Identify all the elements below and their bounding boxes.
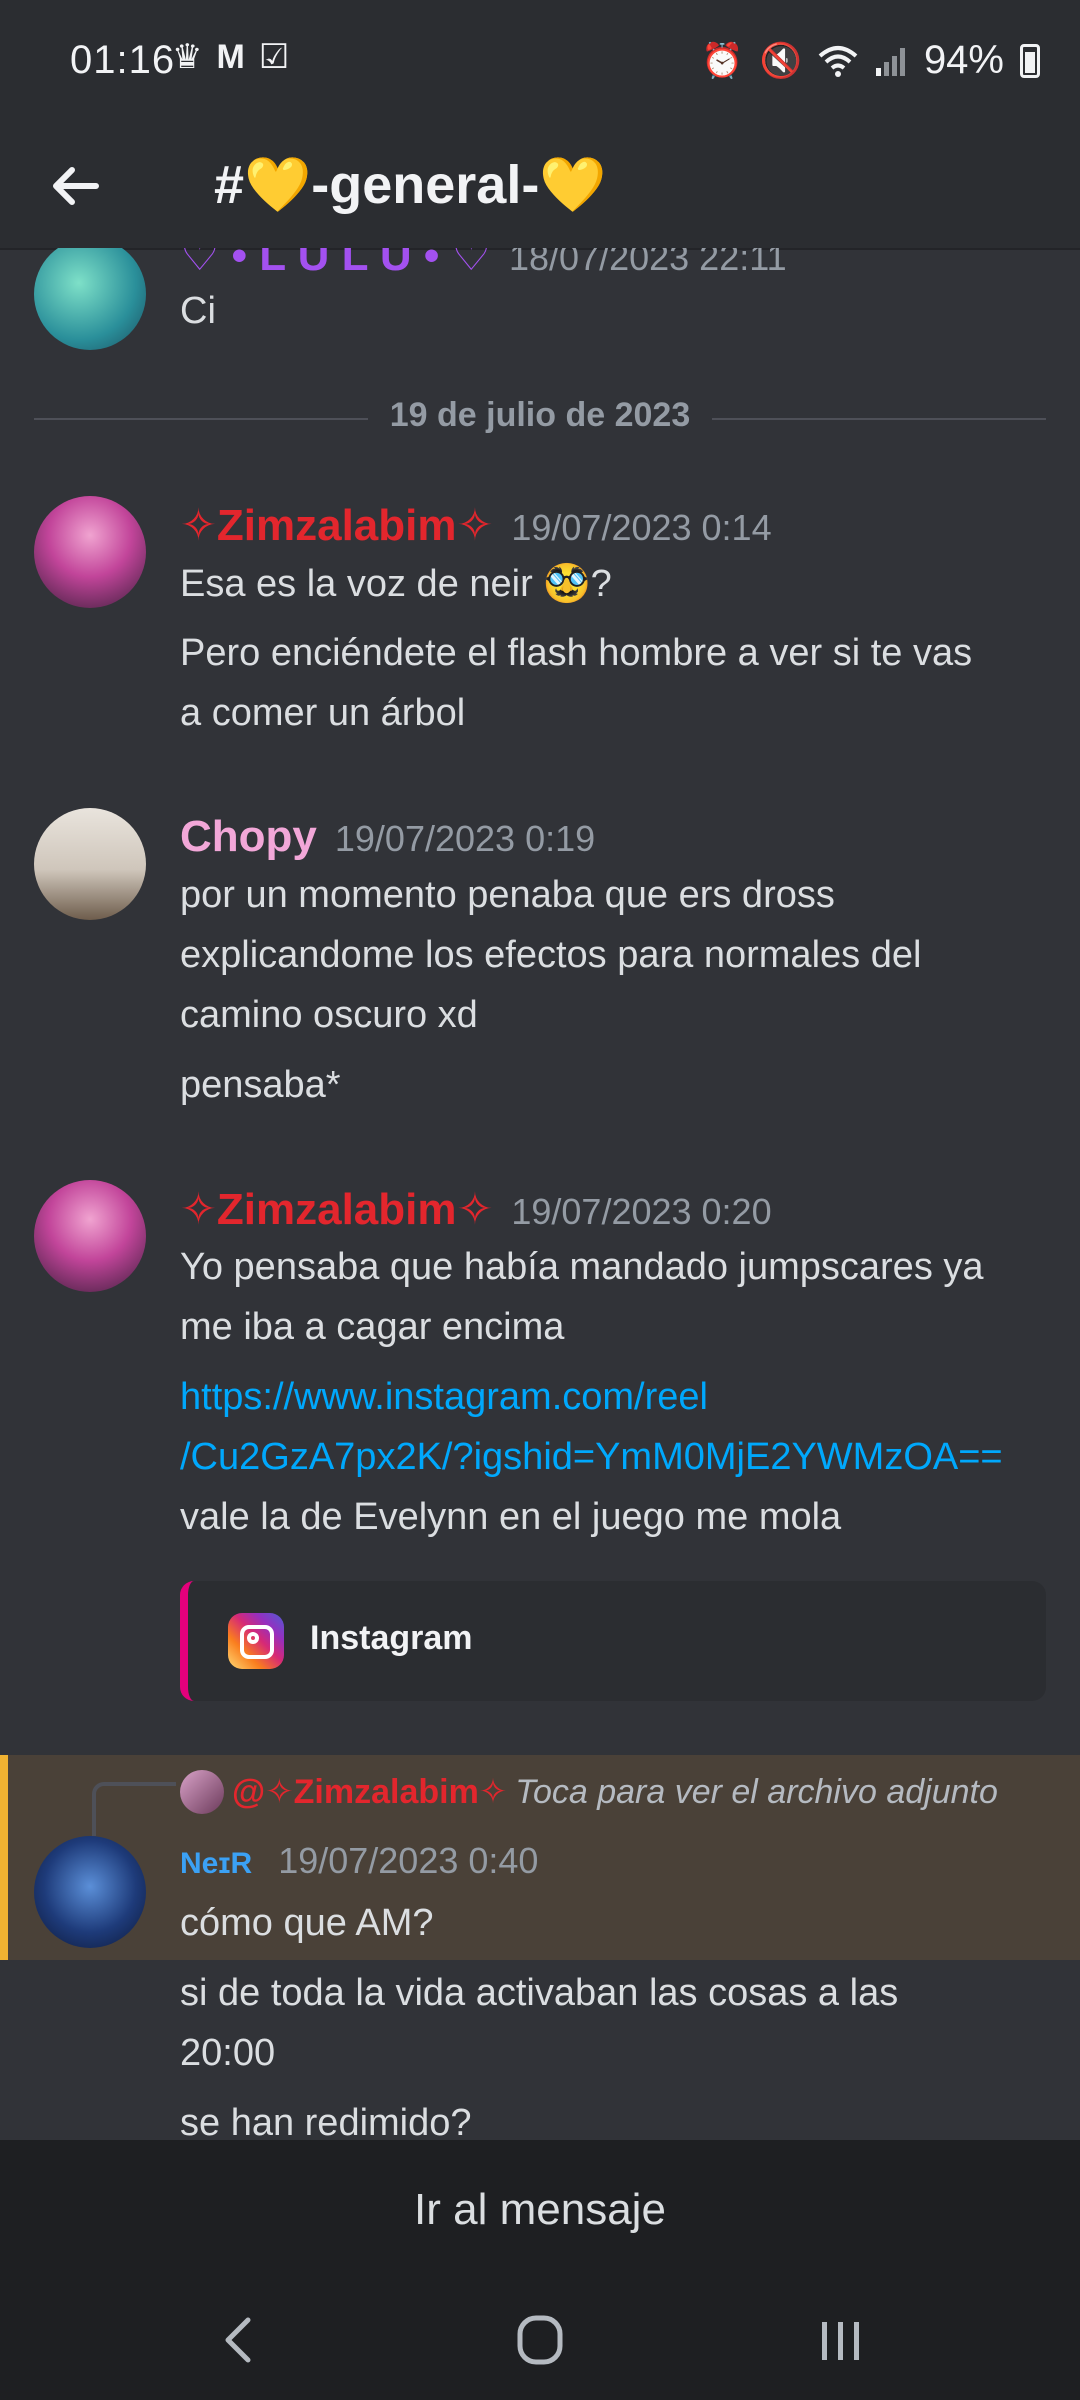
link-embed[interactable]: Instagram bbox=[180, 1581, 1046, 1701]
battery-percent: 94% bbox=[923, 38, 1004, 82]
mute-icon: 🔇 bbox=[759, 41, 802, 80]
reply-preview[interactable]: @✧Zimzalabim✧ Toca para ver el archivo a… bbox=[180, 1770, 998, 1814]
message-text: camino oscuro xd bbox=[180, 994, 478, 1036]
alarm-icon: ⏰ bbox=[701, 41, 744, 80]
wifi-icon bbox=[818, 45, 858, 77]
avatar[interactable] bbox=[34, 248, 146, 350]
system-nav-bar bbox=[0, 2280, 1080, 2400]
reply-connector bbox=[92, 1782, 176, 1836]
message-text: Esa es la voz de neir 🥸? bbox=[180, 563, 612, 605]
message-author[interactable]: Chopy 19/07/2023 0:19 bbox=[180, 812, 595, 862]
channel-header: #💛-general-💛 bbox=[0, 124, 1080, 250]
home-nav-icon[interactable] bbox=[500, 2310, 580, 2370]
message-author[interactable]: ♡ • L U L U • ♡ 18/07/2023 22:11 bbox=[180, 248, 787, 281]
avatar[interactable] bbox=[34, 1836, 146, 1948]
date-divider-label: 19 de julio de 2023 bbox=[367, 396, 713, 434]
message-timestamp: 19/07/2023 0:40 bbox=[278, 1840, 539, 1881]
signal-icon bbox=[875, 47, 905, 76]
reply-text[interactable]: Toca para ver el archivo adjunto bbox=[515, 1773, 998, 1812]
message-text: me iba a cagar encima bbox=[180, 1306, 565, 1348]
message-text: cómo que AM? bbox=[180, 1902, 434, 1944]
instagram-icon bbox=[228, 1613, 284, 1669]
status-bar: 01:16 ♛ M ☑ ⏰ 🔇 94% bbox=[0, 0, 1080, 124]
back-nav-icon[interactable] bbox=[200, 2310, 280, 2370]
reply-author[interactable]: @✧Zimzalabim✧ bbox=[232, 1772, 507, 1812]
reply-avatar bbox=[180, 1770, 224, 1814]
message-text: Ci bbox=[180, 290, 216, 332]
jump-to-message-button[interactable]: Ir al mensaje bbox=[0, 2140, 1080, 2280]
message-link[interactable]: /Cu2GzA7px2K/?igshid=YmM0MjE2YWMzOA== bbox=[180, 1436, 1003, 1479]
message-text: explicandome los efectos para normales d… bbox=[180, 934, 922, 976]
embed-provider[interactable]: Instagram bbox=[310, 1619, 473, 1658]
message-text: Pero enciéndete el flash hombre a ver si… bbox=[180, 632, 973, 674]
message-text: a comer un árbol bbox=[180, 692, 466, 734]
status-time: 01:16 bbox=[70, 38, 176, 82]
jump-to-message-label[interactable]: Ir al mensaje bbox=[414, 2185, 666, 2234]
gmail-icon: M bbox=[216, 38, 245, 76]
channel-title[interactable]: #💛-general-💛 bbox=[214, 154, 607, 217]
message-author[interactable]: NeɪR 19/07/2023 0:40 bbox=[180, 1840, 538, 1882]
message-text: por un momento penaba que ers dross bbox=[180, 874, 835, 916]
message-text: Yo pensaba que había mandado jumpscares … bbox=[180, 1246, 984, 1288]
battery-icon bbox=[1020, 43, 1040, 78]
message-text: vale la de Evelynn en el juego me mola bbox=[180, 1496, 842, 1538]
message-text: se han redimido? bbox=[180, 2102, 472, 2140]
message-text: si de toda la vida activaban las cosas a… bbox=[180, 1972, 899, 2014]
message-link[interactable]: https://www.instagram.com/reel bbox=[180, 1376, 708, 1419]
checkbox-icon: ☑ bbox=[258, 38, 290, 76]
message-timestamp: 19/07/2023 0:20 bbox=[511, 1191, 772, 1232]
message-text: pensaba* bbox=[180, 1064, 341, 1106]
avatar[interactable] bbox=[34, 496, 146, 608]
message-list[interactable]: ♡ • L U L U • ♡ 18/07/2023 22:11 Ci 19 de… bbox=[0, 248, 1080, 2140]
crown-icon: ♛ bbox=[172, 38, 203, 76]
message-text: 20:00 bbox=[180, 2032, 276, 2074]
back-arrow-icon[interactable] bbox=[44, 154, 108, 218]
message-timestamp: 18/07/2023 22:11 bbox=[509, 248, 787, 278]
message-timestamp: 19/07/2023 0:14 bbox=[511, 507, 772, 548]
avatar[interactable] bbox=[34, 1180, 146, 1292]
avatar[interactable] bbox=[34, 808, 146, 920]
message-timestamp: 19/07/2023 0:19 bbox=[334, 818, 596, 859]
message-author[interactable]: ✧Zimzalabim✧ 19/07/2023 0:20 bbox=[180, 1184, 772, 1235]
recents-nav-icon[interactable] bbox=[800, 2310, 880, 2370]
message-author[interactable]: ✧Zimzalabim✧ 19/07/2023 0:14 bbox=[180, 500, 772, 551]
